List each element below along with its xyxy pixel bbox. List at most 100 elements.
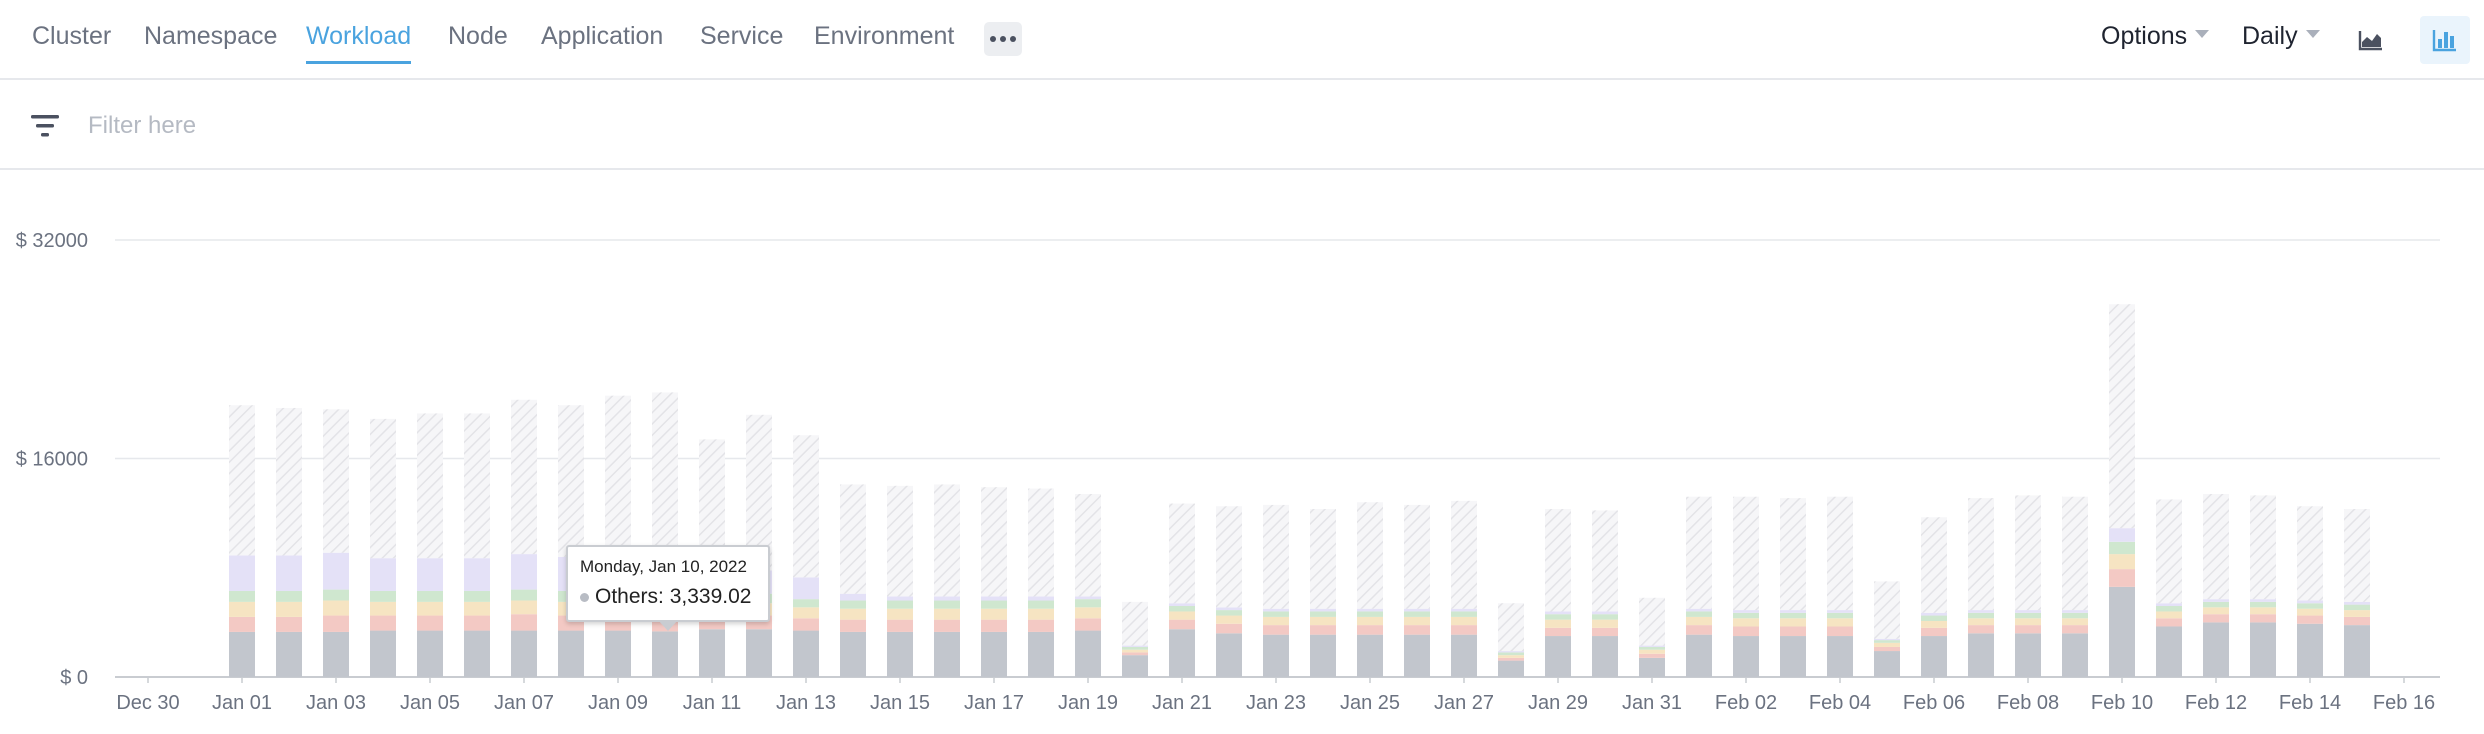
bar-segment-others[interactable] [1310, 634, 1336, 677]
bar-segment[interactable] [1357, 502, 1383, 609]
bar-segment[interactable] [276, 601, 302, 617]
bar-segment[interactable] [323, 409, 349, 553]
bar-segment[interactable] [1122, 601, 1148, 646]
bar-segment[interactable] [1028, 608, 1054, 620]
bar-segment[interactable] [1827, 612, 1853, 619]
bar-segment[interactable] [1028, 619, 1054, 632]
bar-segment[interactable] [2344, 601, 2370, 605]
bar-segment[interactable] [2250, 601, 2276, 608]
bar-segment[interactable] [2109, 541, 2135, 555]
bar-segment-others[interactable] [1404, 634, 1430, 677]
bar-segment-others[interactable] [2297, 623, 2323, 677]
bar-segment[interactable] [840, 484, 866, 594]
bar-stack-feb-10[interactable] [2109, 304, 2135, 677]
bar-segment[interactable] [1733, 610, 1759, 613]
bar-segment[interactable] [1451, 625, 1477, 635]
bar-segment[interactable] [1780, 618, 1806, 627]
bar-segment[interactable] [417, 413, 443, 559]
bar-segment[interactable] [1874, 646, 1900, 652]
bar-segment[interactable] [1263, 625, 1289, 635]
bar-segment[interactable] [1357, 625, 1383, 635]
bar-segment-others[interactable] [464, 630, 490, 677]
bar-segment[interactable] [2062, 612, 2088, 619]
bar-segment[interactable] [1733, 612, 1759, 619]
bar-segment[interactable] [1639, 597, 1665, 646]
bar-segment[interactable] [2015, 625, 2041, 634]
bar-stack-feb-14[interactable] [2297, 506, 2323, 677]
bar-stack-jan-01[interactable] [229, 405, 255, 677]
bar-segment[interactable] [1028, 600, 1054, 609]
tab-environment[interactable]: Environment [814, 22, 954, 61]
bar-segment[interactable] [1921, 627, 1947, 637]
bar-stack-jan-05[interactable] [417, 413, 443, 677]
bar-segment[interactable] [1639, 646, 1665, 650]
bar-segment[interactable] [1310, 616, 1336, 626]
bar-segment[interactable] [1451, 500, 1477, 609]
bar-segment-others[interactable] [1968, 633, 1994, 677]
bar-segment[interactable] [229, 555, 255, 591]
bar-segment[interactable] [1122, 652, 1148, 656]
bar-stack-jan-06[interactable] [464, 413, 490, 677]
bar-segment-others[interactable] [1827, 636, 1853, 677]
bar-segment[interactable] [2297, 600, 2323, 604]
bar-segment[interactable] [1921, 621, 1947, 628]
bar-chart-button[interactable] [2420, 16, 2470, 64]
bar-segment[interactable] [887, 600, 913, 609]
bar-segment[interactable] [2015, 618, 2041, 626]
bar-segment-others[interactable] [793, 630, 819, 677]
bar-segment[interactable] [1498, 655, 1524, 658]
bar-segment-others[interactable] [370, 630, 396, 677]
bar-segment-others[interactable] [1169, 629, 1195, 677]
bar-stack-jan-19[interactable] [1075, 494, 1101, 677]
bar-segment[interactable] [1169, 503, 1195, 604]
bar-stack-jan-02[interactable] [276, 407, 302, 677]
bar-segment[interactable] [1310, 625, 1336, 635]
bar-segment[interactable] [2297, 608, 2323, 616]
bar-stack-jan-16[interactable] [934, 484, 960, 677]
bar-segment[interactable] [323, 552, 349, 590]
bar-segment-others[interactable] [1545, 636, 1571, 677]
bar-segment[interactable] [2203, 494, 2229, 600]
bar-segment[interactable] [2015, 495, 2041, 611]
bar-segment[interactable] [1122, 645, 1148, 647]
bar-segment[interactable] [2109, 304, 2135, 529]
filter-input[interactable] [86, 106, 990, 146]
area-chart-button[interactable] [2346, 16, 2396, 64]
bar-segment[interactable] [1169, 611, 1195, 620]
bar-segment[interactable] [1968, 498, 1994, 611]
bar-segment[interactable] [370, 601, 396, 616]
bar-segment[interactable] [1780, 626, 1806, 637]
bar-segment[interactable] [2344, 616, 2370, 626]
bar-segment[interactable] [2062, 496, 2088, 611]
bar-segment[interactable] [229, 590, 255, 602]
bar-segment[interactable] [1169, 619, 1195, 630]
bar-segment[interactable] [652, 392, 678, 560]
bar-stack-feb-06[interactable] [1921, 517, 1947, 677]
bar-segment[interactable] [464, 615, 490, 631]
bar-segment[interactable] [1545, 611, 1571, 615]
bar-segment-others[interactable] [1357, 634, 1383, 677]
bar-segment-others[interactable] [1733, 636, 1759, 677]
bar-segment[interactable] [1028, 596, 1054, 601]
bar-segment[interactable] [2250, 607, 2276, 615]
bar-stack-jan-25[interactable] [1357, 502, 1383, 677]
bar-segment-others[interactable] [417, 630, 443, 677]
bar-segment[interactable] [1639, 653, 1665, 658]
bar-segment[interactable] [934, 608, 960, 620]
bar-segment[interactable] [2203, 614, 2229, 623]
bar-segment[interactable] [276, 616, 302, 632]
bar-segment[interactable] [1310, 608, 1336, 612]
bar-segment[interactable] [2156, 499, 2182, 604]
bar-segment-others[interactable] [276, 631, 302, 677]
bar-segment[interactable] [981, 619, 1007, 632]
bar-segment[interactable] [370, 558, 396, 591]
bar-stack-feb-02[interactable] [1733, 496, 1759, 677]
bar-segment[interactable] [323, 589, 349, 601]
bar-segment[interactable] [1075, 494, 1101, 597]
bar-segment[interactable] [1404, 616, 1430, 626]
bar-segment[interactable] [370, 418, 396, 559]
bar-segment[interactable] [1592, 611, 1618, 615]
bar-segment[interactable] [840, 608, 866, 620]
bar-segment[interactable] [1263, 611, 1289, 617]
bar-segment[interactable] [1874, 642, 1900, 647]
